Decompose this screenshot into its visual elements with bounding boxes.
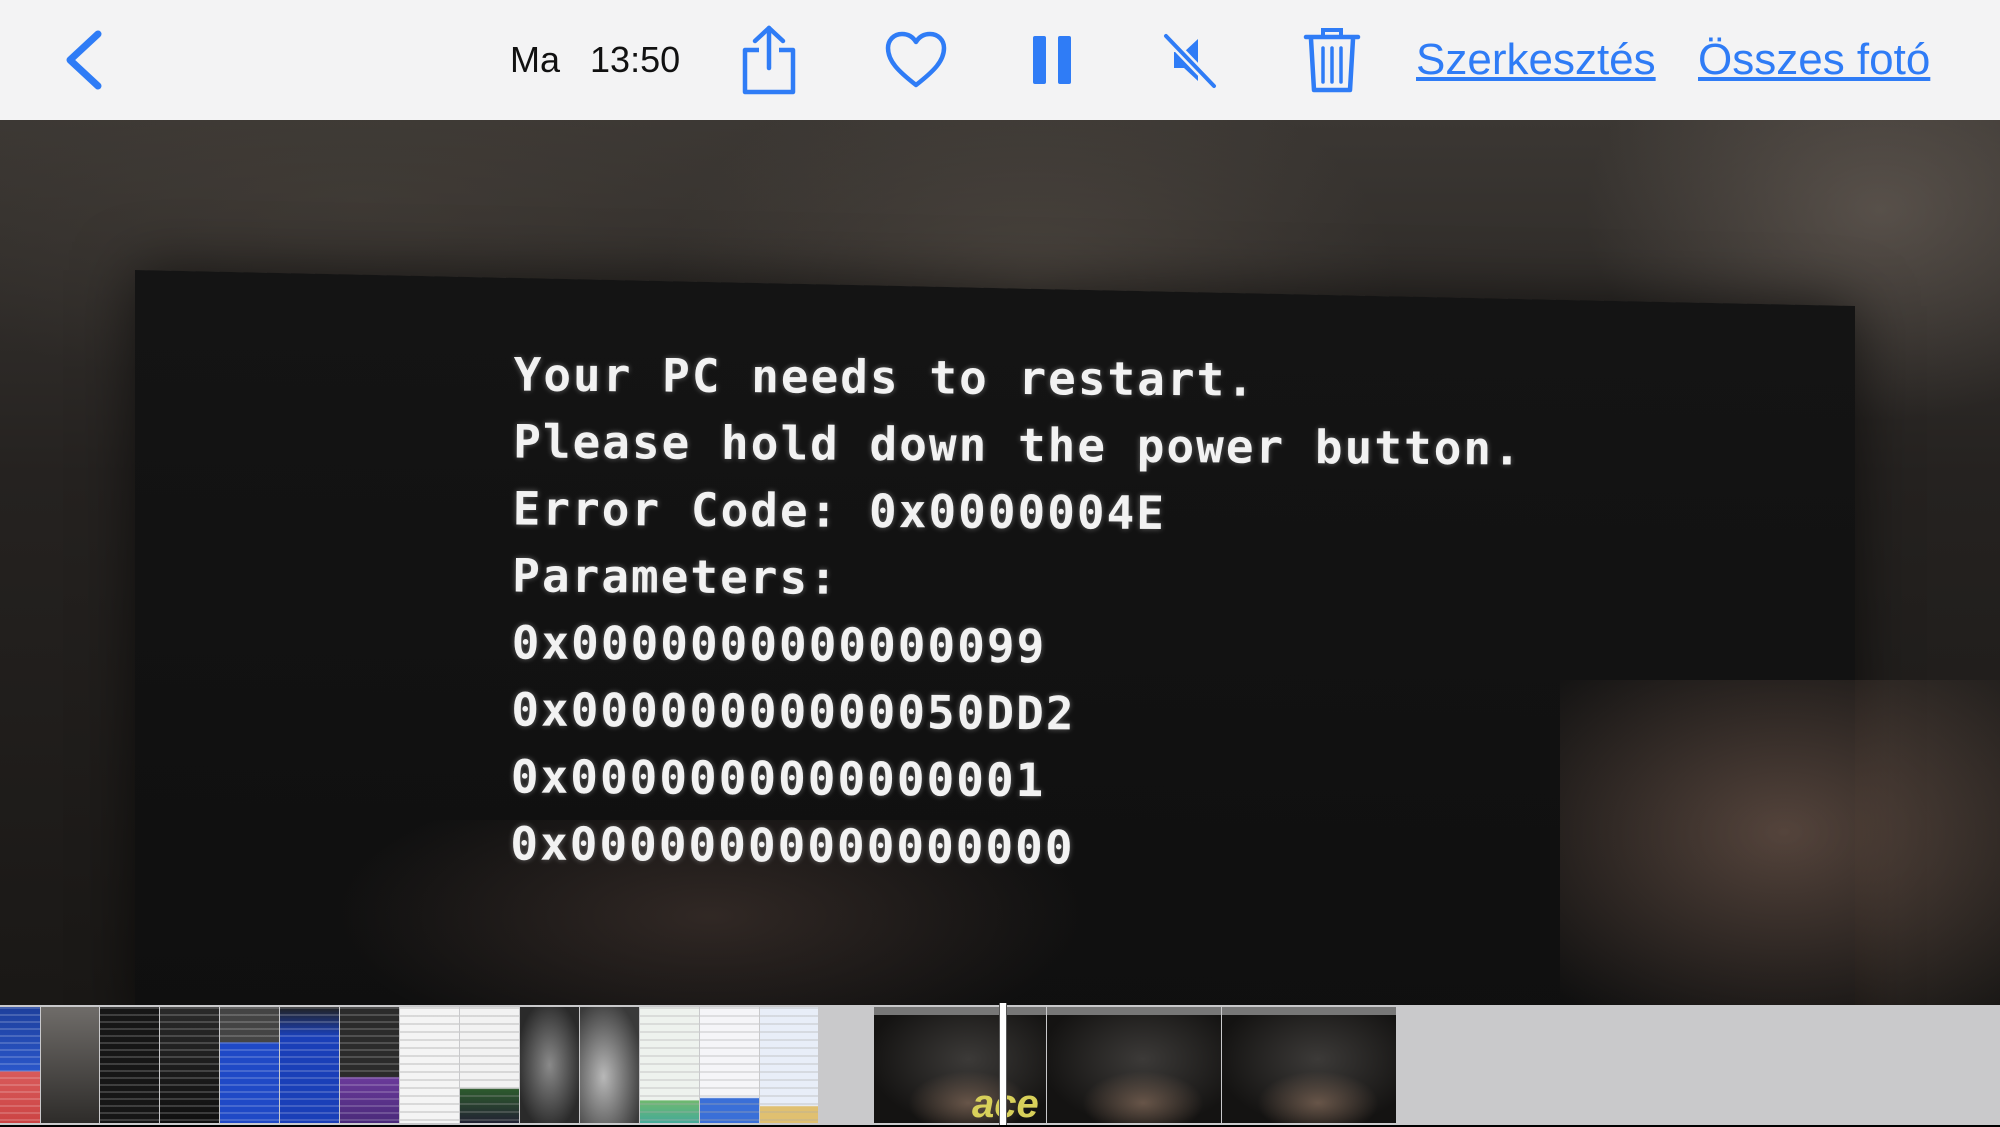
error-line: 0x00000000000050DD2	[511, 682, 1076, 741]
thumbnail[interactable]	[580, 1007, 639, 1123]
error-line: Your PC needs to restart.	[513, 347, 1257, 407]
favorite-button[interactable]	[880, 22, 952, 98]
mute-button[interactable]	[1156, 22, 1224, 98]
thumbnail[interactable]	[520, 1007, 579, 1123]
thumbnail[interactable]	[220, 1007, 279, 1123]
thumbnail[interactable]	[460, 1007, 519, 1123]
all-photos-link[interactable]: Összes fotó	[1698, 32, 1930, 88]
video-frame[interactable]	[1222, 1007, 1396, 1123]
error-line: 0x0000000000000001	[510, 749, 1046, 808]
error-line: Please hold down the power button.	[512, 414, 1523, 476]
edit-link[interactable]: Szerkesztés	[1416, 32, 1656, 88]
error-line: Error Code: 0x0000004E	[512, 481, 1167, 541]
error-line: 0x00000000000000000	[510, 816, 1075, 875]
error-line: 0x0000000000000099	[511, 615, 1047, 674]
thumbnail[interactable]	[100, 1007, 159, 1123]
photo-datetime: Ma 13:50	[510, 36, 680, 84]
photo-time: 13:50	[590, 39, 681, 80]
thumbnail[interactable]	[41, 1007, 99, 1123]
back-button[interactable]	[58, 28, 112, 92]
delete-button[interactable]	[1297, 22, 1367, 98]
top-toolbar: Ma 13:50 Szerkesztés Összes fotó	[0, 0, 2000, 121]
video-frame[interactable]	[1047, 1007, 1221, 1123]
error-message: Your PC needs to restart. Please hold do…	[510, 341, 1523, 884]
hand-shadow-right	[1560, 680, 2000, 1005]
speaker-muted-icon	[1161, 31, 1219, 90]
trash-icon	[1303, 28, 1361, 93]
thumbnail[interactable]	[700, 1007, 759, 1123]
pause-button[interactable]	[1023, 22, 1081, 98]
error-line: Parameters:	[512, 548, 840, 605]
photo-viewer[interactable]: Your PC needs to restart. Please hold do…	[0, 120, 2000, 1005]
thumbnail[interactable]	[400, 1007, 459, 1123]
share-icon	[742, 25, 796, 95]
photo-day: Ma	[510, 39, 561, 80]
heart-icon	[885, 31, 947, 88]
pause-icon	[1033, 36, 1071, 84]
thumbnail[interactable]	[340, 1007, 399, 1123]
thumbnail[interactable]	[0, 1007, 40, 1123]
thumbnail[interactable]	[280, 1007, 339, 1123]
share-button[interactable]	[735, 22, 803, 98]
thumbnail[interactable]	[760, 1007, 818, 1123]
chevron-left-icon	[66, 30, 102, 90]
thumbnail[interactable]	[160, 1007, 219, 1123]
thumbnail[interactable]	[640, 1007, 699, 1123]
playhead-scrubber[interactable]	[999, 1003, 1007, 1125]
